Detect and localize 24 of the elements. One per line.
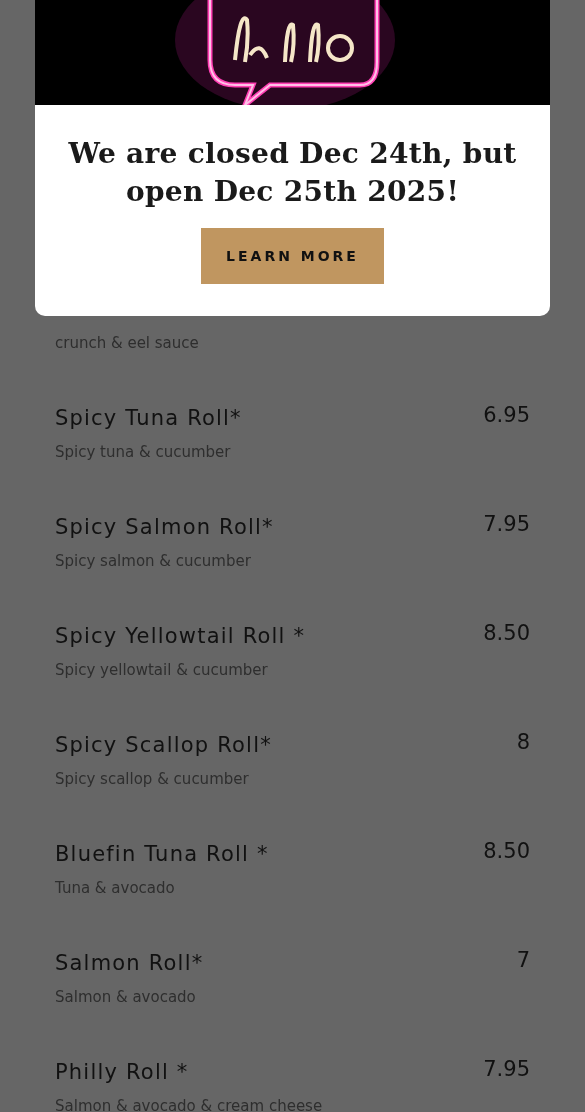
item-name: Salmon Roll* — [55, 950, 204, 977]
item-price: 8 — [516, 731, 530, 753]
item-name: Spicy Salmon Roll* — [55, 514, 274, 541]
item-description: crunch & eel sauce — [55, 333, 200, 354]
learn-more-button[interactable]: LEARN MORE — [201, 228, 384, 284]
item-name: Bluefin Tuna Roll * — [55, 841, 269, 868]
popup-title: We are closed Dec 24th, but open Dec 25th 2025! — [67, 136, 518, 210]
item-price: 8.50 — [483, 840, 530, 862]
item-price: 7 — [516, 949, 530, 971]
item-price: 7.95 — [483, 1058, 530, 1080]
item-name: Spicy Tuna Roll* — [55, 405, 242, 432]
item-description: Spicy yellowtail & cucumber — [55, 660, 269, 681]
item-name: Spicy Scallop Roll* — [55, 732, 272, 759]
item-description: Spicy tuna & cucumber — [55, 442, 232, 463]
item-price: 8.50 — [483, 622, 530, 644]
item-price: 6.95 — [483, 404, 530, 426]
item-description: Salmon & avocado & cream cheese — [55, 1096, 324, 1112]
item-name: Philly Roll * — [55, 1059, 189, 1086]
item-name: Spicy Yellowtail Roll * — [55, 623, 306, 650]
item-description: Spicy scallop & cucumber — [55, 769, 250, 790]
item-price: 7.95 — [483, 513, 530, 535]
item-description: Spicy salmon & cucumber — [55, 551, 252, 572]
item-description: Salmon & avocado — [55, 987, 197, 1008]
item-description: Tuna & avocado — [55, 878, 176, 899]
